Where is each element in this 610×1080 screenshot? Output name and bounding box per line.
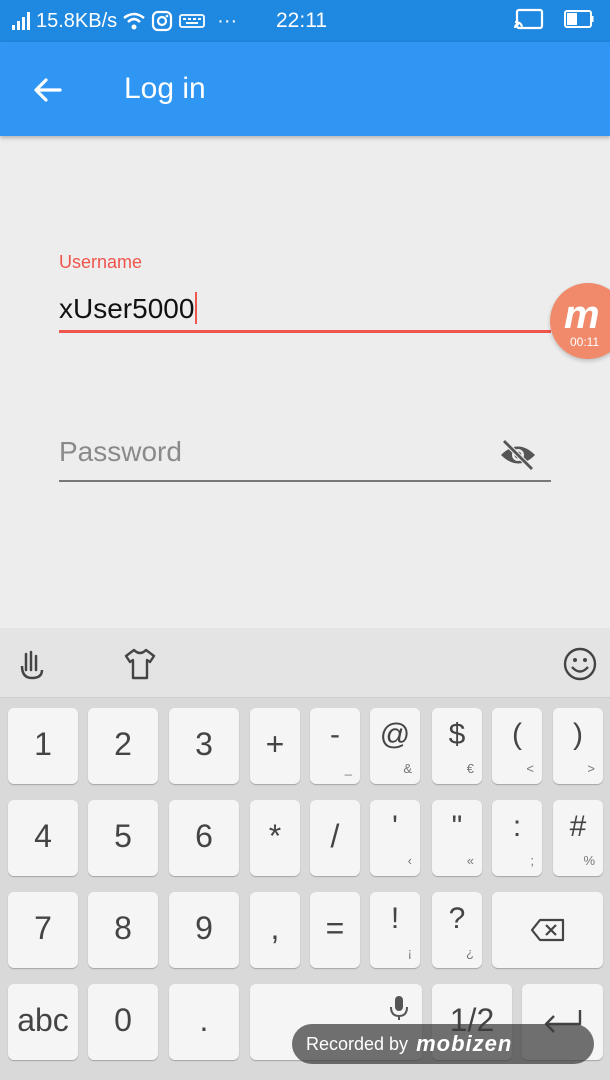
more-notifications-indicator: ··· (217, 9, 238, 32)
username-input[interactable]: xUser5000 (59, 292, 198, 325)
network-speed: 15.8KB/s (36, 9, 118, 32)
key-plus[interactable]: + (250, 708, 300, 784)
key-period[interactable]: . (169, 984, 239, 1060)
key-exclamation[interactable]: ! ¡ (370, 892, 420, 968)
key-question[interactable]: ? ¿ (432, 892, 482, 968)
key-0[interactable]: 0 (88, 984, 158, 1060)
emoji-icon[interactable] (562, 646, 598, 682)
password-underline (59, 480, 551, 482)
password-field[interactable]: Password (59, 430, 551, 486)
username-value: xUser5000 (59, 293, 195, 324)
keyboard-icon (179, 14, 206, 28)
key-3[interactable]: 3 (169, 708, 239, 784)
username-field[interactable]: Username xUser5000 (59, 252, 551, 336)
wifi-icon (123, 12, 145, 30)
key-hash[interactable]: #% (553, 800, 603, 876)
key-9[interactable]: 9 (169, 892, 239, 968)
key-7[interactable]: 7 (8, 892, 78, 968)
recorder-logo: m (564, 293, 600, 337)
watermark-text: Recorded by (306, 1033, 409, 1054)
password-input[interactable]: Password (59, 436, 182, 468)
key-2[interactable]: 2 (88, 708, 158, 784)
battery-icon (564, 10, 594, 28)
theme-shirt-icon[interactable] (122, 646, 158, 682)
screen-recorder-button[interactable]: m 00:11 (550, 283, 610, 359)
key-8[interactable]: 8 (88, 892, 158, 968)
gesture-typing-icon[interactable] (14, 646, 50, 682)
key-asterisk[interactable]: * (250, 800, 300, 876)
username-label: Username (59, 252, 143, 272)
backspace-key[interactable] (492, 892, 603, 968)
key-comma[interactable]: , (250, 892, 300, 968)
key-6[interactable]: 6 (169, 800, 239, 876)
instagram-icon (152, 10, 173, 32)
back-arrow-icon[interactable] (30, 72, 66, 108)
microphone-icon (390, 996, 408, 1020)
key-dollar[interactable]: $ € (432, 708, 482, 784)
key-1[interactable]: 1 (8, 708, 78, 784)
key-quote[interactable]: " « (432, 800, 482, 876)
key-abc[interactable]: abc (8, 984, 78, 1060)
text-caret (195, 292, 198, 324)
key-slash[interactable]: / (310, 800, 360, 876)
clock: 22:11 (276, 9, 327, 32)
keyboard-toolbar (0, 628, 610, 698)
key-colon[interactable]: :; (492, 800, 542, 876)
key-at[interactable]: @ & (370, 708, 420, 784)
recorder-timer: 00:11 (570, 335, 600, 349)
mobizen-logo: mobizen (416, 1031, 513, 1056)
key-minus[interactable]: - _ (310, 708, 360, 784)
key-5[interactable]: 5 (88, 800, 158, 876)
key-equals[interactable]: = (310, 892, 360, 968)
key-close-paren[interactable]: ) > (553, 708, 603, 784)
recording-watermark: Recorded by mobizen (292, 1024, 594, 1064)
backspace-icon (530, 918, 565, 942)
key-4[interactable]: 4 (8, 800, 78, 876)
key-apostrophe[interactable]: ' ‹ (370, 800, 420, 876)
keyboard: 1 2 3 + - _ @ & $ € (< ) > 4 5 6 * / ' ‹ " « :… (0, 698, 610, 1080)
app-bar: Log in (0, 42, 610, 136)
status-bar: 15.8KB/s ··· 22:11 (0, 0, 610, 42)
visibility-off-icon[interactable] (499, 438, 537, 472)
key-open-paren[interactable]: (< (492, 708, 542, 784)
page-title: Log in (124, 72, 206, 105)
cast-icon (514, 8, 544, 30)
username-underline (59, 330, 551, 333)
signal-icon (12, 12, 30, 30)
